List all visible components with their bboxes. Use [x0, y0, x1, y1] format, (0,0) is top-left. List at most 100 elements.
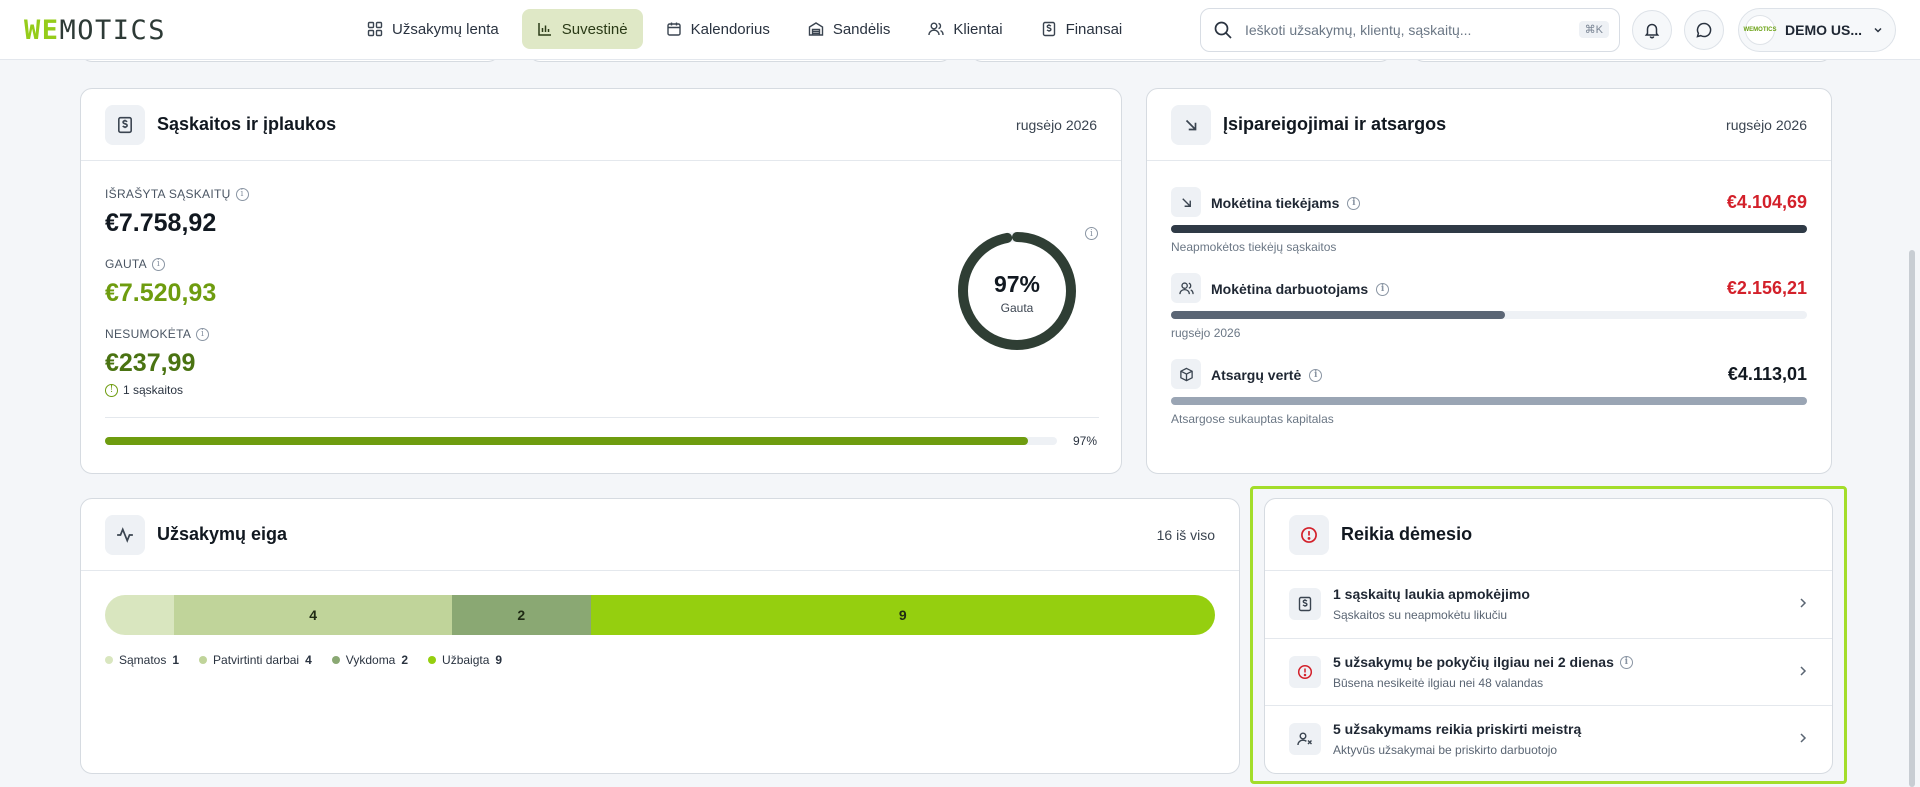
page-scrollbar[interactable]: [1909, 250, 1915, 787]
nav-item-finance[interactable]: Finansai: [1026, 9, 1138, 49]
card-title: Įsipareigojimai ir atsargos: [1223, 114, 1447, 134]
nav-label: Sandėlis: [832, 20, 891, 38]
bar-fill: [1171, 397, 1807, 405]
grid-icon: [367, 21, 383, 37]
arrow-down-right-icon: [1171, 104, 1211, 145]
chevron-down-icon: [1874, 27, 1882, 33]
users-icon: [928, 22, 945, 36]
bar-fill: [1171, 225, 1807, 233]
legend-dot: [331, 656, 340, 664]
donut-label: Gauta: [1000, 301, 1034, 315]
user-name: DEMO US...: [1785, 22, 1863, 38]
search-icon: [1214, 21, 1232, 39]
main-nav: Užsakymų lenta Suvestinė Kalendorius San…: [352, 9, 1137, 49]
supplier-payable-label: Mokėtina tiekėjams i: [1211, 195, 1361, 211]
nav-item-warehouse[interactable]: Sandėlis: [793, 9, 906, 49]
legend-item-estimates[interactable]: Sąmatos 1: [105, 653, 179, 667]
user-x-icon: [1289, 723, 1321, 755]
invoices-card: Sąskaitos ir įplaukos rugsėjo 2026 IŠRAŠ…: [80, 88, 1122, 474]
attention-item-title: 5 užsakymams reikia priskirti meistrą: [1333, 721, 1582, 737]
alert-circle-icon: [1289, 514, 1329, 555]
arrow-down-right-icon: [1171, 187, 1201, 217]
commitments-card: Įsipareigojimai ir atsargos rugsėjo 2026…: [1146, 88, 1832, 474]
employee-payable-bar: [1171, 311, 1807, 319]
donut-percentage: 97%: [993, 271, 1041, 297]
attention-item-sub: Būsena nesikeitė ilgiau nei 48 valandas: [1333, 676, 1544, 690]
nav-item-calendar[interactable]: Kalendorius: [651, 9, 785, 49]
attention-item-stale-orders[interactable]: 5 užsakymų be pokyčių ilgiau nei 2 diena…: [1265, 638, 1832, 704]
received-progress-bar: [105, 437, 1057, 445]
info-icon[interactable]: i: [1619, 655, 1633, 669]
info-icon[interactable]: i: [1309, 368, 1323, 382]
legend-item-completed[interactable]: Užbaigta 9: [428, 653, 502, 667]
received-value: €7.520,93: [105, 279, 217, 307]
info-icon[interactable]: i: [1376, 282, 1390, 296]
attention-item-sub: Sąskaitos su neapmokėtu likučiu: [1333, 608, 1508, 622]
receipt-icon: [105, 104, 145, 145]
inventory-value: €4.113,01: [1727, 364, 1807, 384]
card-header: Reikia dėmesio: [1265, 499, 1832, 571]
nav-item-clients[interactable]: Klientai: [913, 9, 1017, 49]
top-bar: WEMOTICS Užsakymų lenta Suvestinė Kalend…: [0, 0, 1920, 60]
warehouse-icon: [808, 22, 824, 36]
segment-completed[interactable]: 9: [590, 595, 1215, 635]
attention-item-unassigned-orders[interactable]: 5 užsakymams reikia priskirti meistrą Ak…: [1265, 705, 1832, 771]
unpaid-value: €237,99: [105, 349, 196, 377]
supplier-payable-bar: [1171, 225, 1807, 233]
info-icon[interactable]: i: [1085, 227, 1098, 240]
employee-payable-value: €2.156,21: [1726, 278, 1807, 298]
info-icon[interactable]: i: [196, 327, 210, 341]
app-logo[interactable]: WEMOTICS: [24, 15, 166, 46]
alert-circle-icon: !: [105, 383, 118, 397]
info-icon[interactable]: i: [235, 187, 249, 201]
card-title: Sąskaitos ir įplaukos: [157, 114, 337, 134]
chat-bubble-icon: [1696, 22, 1712, 38]
info-icon[interactable]: i: [151, 257, 165, 271]
inventory-bar: [1171, 397, 1807, 405]
nav-item-summary[interactable]: Suvestinė: [521, 9, 643, 49]
bell-icon: [1644, 23, 1660, 39]
card-header: Įsipareigojimai ir atsargos rugsėjo 2026: [1147, 89, 1831, 161]
nav-label: Klientai: [953, 20, 1003, 38]
search-placeholder: Ieškoti užsakymų, klientų, sąskaitų...: [1245, 22, 1472, 38]
nav-label: Suvestinė: [561, 20, 628, 38]
segment-estimates[interactable]: [105, 595, 175, 635]
nav-label: Užsakymų lenta: [392, 20, 499, 38]
calendar-icon: [666, 22, 681, 36]
inventory-sub: Atsargose sukauptas kapitalas: [1171, 412, 1334, 426]
card-title: Reikia dėmesio: [1341, 524, 1473, 544]
card-header: Užsakymų eiga 16 iš viso: [81, 499, 1239, 571]
bar-fill: [1171, 311, 1505, 319]
progress-fill: [105, 437, 1029, 445]
attention-item-title: 1 sąskaitų laukia apmokėjimo: [1333, 586, 1530, 602]
notifications-button[interactable]: [1632, 10, 1672, 50]
messages-button[interactable]: [1684, 10, 1724, 50]
segment-confirmed[interactable]: 4: [174, 595, 452, 635]
chevron-right-icon: [1800, 733, 1807, 743]
info-icon[interactable]: i: [1347, 196, 1361, 210]
card-period: rugsėjo 2026: [1016, 117, 1097, 133]
segment-in-progress[interactable]: 2: [451, 595, 591, 635]
legend-dot: [199, 656, 208, 664]
receipt-icon: [1289, 588, 1321, 620]
orders-legend: Sąmatos 1 Patvirtinti darbai 4 Vykdoma 2 Už…: [105, 653, 502, 667]
avatar: WEMOTICS: [1744, 15, 1777, 45]
legend-item-in-progress[interactable]: Vykdoma 2: [331, 653, 408, 667]
inventory-value-label: Atsargų vertė i: [1211, 367, 1323, 383]
unpaid-label: NESUMOKĖTA i: [105, 327, 210, 341]
nav-label: Kalendorius: [690, 20, 770, 38]
unpaid-note: ! 1 sąskaitos: [105, 383, 183, 397]
employee-payable-sub: rugsėjo 2026: [1171, 326, 1241, 340]
legend-dot: [105, 656, 113, 664]
alert-circle-icon: [1289, 656, 1321, 688]
search-input[interactable]: Ieškoti užsakymų, klientų, sąskaitų... ⌘…: [1200, 8, 1620, 52]
search-shortcut-badge: ⌘K: [1578, 21, 1609, 38]
legend-item-confirmed[interactable]: Patvirtinti darbai 4: [199, 653, 312, 667]
user-menu[interactable]: WEMOTICS DEMO US...: [1738, 8, 1896, 52]
nav-item-order-board[interactable]: Užsakymų lenta: [352, 9, 514, 49]
supplier-payable-sub: Neapmokėtos tiekėjų sąskaitos: [1171, 240, 1337, 254]
attention-item-unpaid-invoices[interactable]: 1 sąskaitų laukia apmokėjimo Sąskaitos s…: [1265, 571, 1832, 637]
card-period: rugsėjo 2026: [1726, 117, 1807, 133]
chevron-right-icon: [1800, 666, 1807, 676]
nav-label: Finansai: [1065, 20, 1123, 38]
